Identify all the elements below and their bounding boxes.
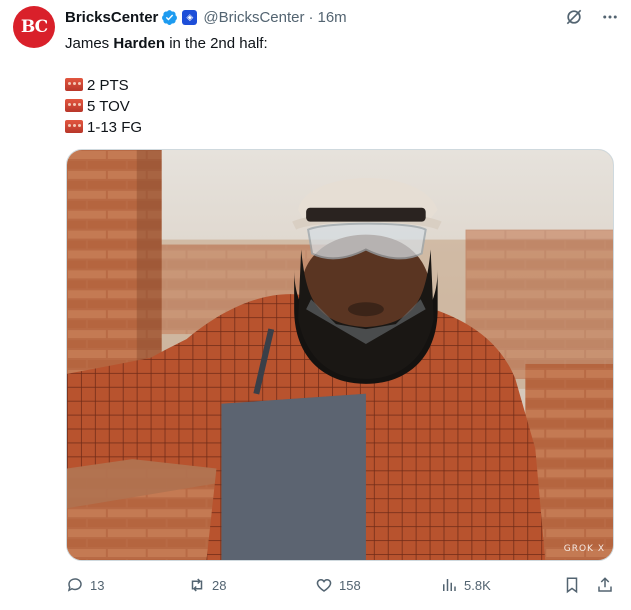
more-icon: [603, 15, 617, 19]
header-actions: [563, 6, 621, 28]
intro-bold-name: Harden: [113, 35, 166, 52]
bricklayer-photo: [67, 150, 613, 560]
timestamp[interactable]: 16m: [317, 9, 346, 26]
grok-explain-button[interactable]: [563, 6, 585, 28]
stat-text: 1-13 FG: [87, 119, 143, 136]
separator-dot: ·: [308, 8, 314, 26]
retweet-button[interactable]: 28: [188, 576, 226, 594]
retweet-count: 28: [212, 577, 227, 593]
brick-emoji-icon: [65, 99, 83, 112]
intro-suffix: in the 2nd half:: [165, 35, 268, 52]
verified-badge-icon: [162, 9, 178, 25]
stat-text: 5 TOV: [87, 98, 130, 115]
brick-emoji-icon: [65, 120, 83, 133]
affiliate-badge-icon: ◈: [182, 9, 198, 25]
bookmark-icon: [566, 577, 578, 594]
author-handle[interactable]: @BricksCenter: [203, 9, 304, 26]
share-icon: [598, 577, 612, 592]
brick-emoji-icon: [65, 78, 83, 91]
views-button[interactable]: 5.8K: [440, 576, 491, 594]
author-name[interactable]: BricksCenter: [65, 9, 158, 26]
avatar-logo: BC: [20, 17, 48, 37]
like-button[interactable]: 158: [315, 576, 361, 594]
reply-icon: [67, 578, 82, 592]
bookmark-button[interactable]: [563, 576, 581, 594]
views-chart-icon: [443, 579, 456, 591]
avatar[interactable]: BC: [13, 6, 55, 48]
stat-line: 2 PTS: [65, 75, 617, 96]
grok-icon: [566, 9, 582, 25]
intro-text: James: [65, 35, 114, 52]
tweet-image[interactable]: GROK X: [66, 149, 614, 561]
more-options-button[interactable]: [599, 6, 621, 28]
views-count: 5.8K: [464, 577, 491, 593]
stat-line: 5 TOV: [65, 96, 617, 117]
reply-button[interactable]: 13: [66, 576, 104, 594]
heart-icon: [316, 578, 332, 592]
retweet-icon: [191, 578, 203, 592]
share-button[interactable]: [596, 576, 614, 594]
tweet-header: BricksCenter ◈ @BricksCenter · 16m: [65, 6, 621, 28]
grok-watermark: GROK X: [563, 544, 605, 554]
tweet-intro-line: James Harden in the 2nd half:: [65, 33, 617, 54]
stat-line: 1-13 FG: [65, 117, 617, 138]
action-bar: 13 28 158 5.8K: [66, 572, 616, 598]
reply-count: 13: [90, 577, 105, 593]
like-count: 158: [339, 577, 361, 593]
tweet-text: James Harden in the 2nd half: 2 PTS 5 TO…: [65, 33, 617, 138]
stat-text: 2 PTS: [87, 77, 129, 94]
tweet-card[interactable]: BC BricksCenter ◈ @BricksCenter · 16m Ja…: [0, 0, 631, 610]
